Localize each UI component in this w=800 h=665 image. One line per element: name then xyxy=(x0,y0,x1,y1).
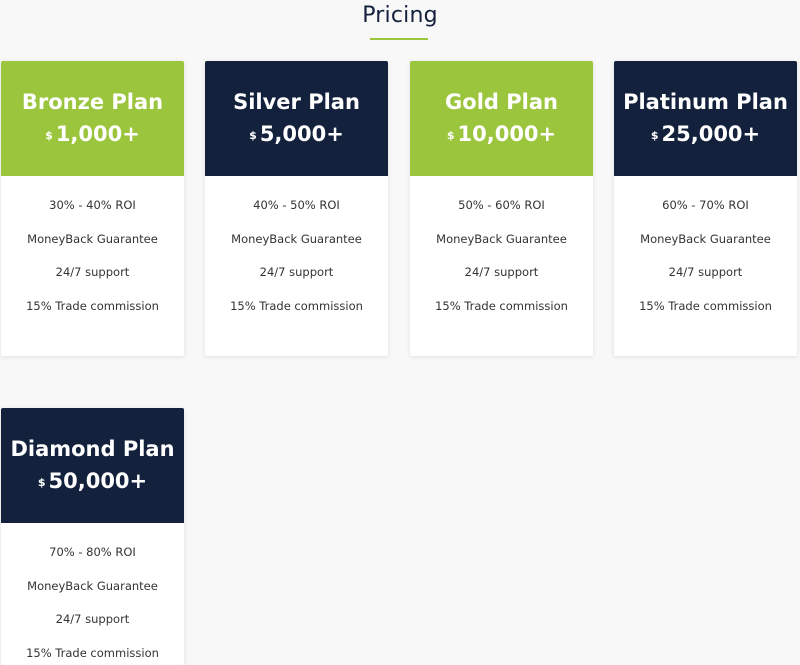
currency-symbol: $ xyxy=(446,129,455,142)
plan-name: Gold Plan xyxy=(445,90,558,114)
feature-support: 24/7 support xyxy=(464,265,539,279)
feature-guarantee: MoneyBack Guarantee xyxy=(27,231,158,246)
feature-support: 24/7 support xyxy=(55,265,130,279)
feature-roi: 30% - 40% ROI xyxy=(49,198,136,212)
feature-list: 30% - 40% ROI MoneyBack Guarantee 24/7 s… xyxy=(1,176,184,332)
feature-commission: 15% Trade commission xyxy=(230,298,363,313)
card-header: Gold Plan $10,000+ xyxy=(410,61,593,176)
currency-symbol: $ xyxy=(45,129,53,142)
plan-price: $50,000+ xyxy=(1,468,184,496)
feature-support: 24/7 support xyxy=(668,265,743,279)
plan-price: $25,000+ xyxy=(614,121,797,149)
feature-commission: 15% Trade commission xyxy=(26,298,159,313)
feature-support: 24/7 support xyxy=(55,612,130,626)
feature-list: 50% - 60% ROI MoneyBack Guarantee 24/7 s… xyxy=(410,176,593,332)
price-value: 50,000+ xyxy=(48,469,148,493)
card-header: Platinum Plan $25,000+ xyxy=(614,61,797,176)
pricing-card-silver: Silver Plan $5,000+ 40% - 50% ROI MoneyB… xyxy=(205,61,388,356)
plan-price: $1,000+ xyxy=(1,121,184,149)
title-underline xyxy=(370,38,428,40)
pricing-card-platinum: Platinum Plan $25,000+ 60% - 70% ROI Mon… xyxy=(614,61,797,356)
currency-symbol: $ xyxy=(37,476,46,489)
feature-roi: 50% - 60% ROI xyxy=(458,198,545,212)
plan-price: $10,000+ xyxy=(410,121,593,149)
feature-commission: 15% Trade commission xyxy=(639,298,772,313)
price-value: 1,000+ xyxy=(55,122,140,146)
plan-price: $5,000+ xyxy=(205,121,388,149)
price-value: 5,000+ xyxy=(259,122,344,146)
feature-guarantee: MoneyBack Guarantee xyxy=(27,578,158,593)
price-value: 10,000+ xyxy=(457,122,557,146)
feature-commission: 15% Trade commission xyxy=(26,645,159,660)
feature-guarantee: MoneyBack Guarantee xyxy=(231,231,362,246)
feature-commission: 15% Trade commission xyxy=(435,298,568,313)
pricing-card-gold: Gold Plan $10,000+ 50% - 60% ROI MoneyBa… xyxy=(410,61,593,356)
feature-list: 70% - 80% ROI MoneyBack Guarantee 24/7 s… xyxy=(1,523,184,665)
plan-name: Platinum Plan xyxy=(623,90,788,114)
feature-roi: 40% - 50% ROI xyxy=(253,198,340,212)
currency-symbol: $ xyxy=(650,129,659,142)
feature-list: 40% - 50% ROI MoneyBack Guarantee 24/7 s… xyxy=(205,176,388,332)
feature-guarantee: MoneyBack Guarantee xyxy=(436,231,567,246)
price-value: 25,000+ xyxy=(661,122,761,146)
pricing-card-diamond: Diamond Plan $50,000+ 70% - 80% ROI Mone… xyxy=(1,408,184,665)
plan-name: Bronze Plan xyxy=(21,90,164,114)
pricing-section-title: Pricing xyxy=(362,3,438,28)
pricing-card-bronze: Bronze Plan $1,000+ 30% - 40% ROI MoneyB… xyxy=(1,61,184,356)
feature-support: 24/7 support xyxy=(259,265,334,279)
card-header: Diamond Plan $50,000+ xyxy=(1,408,184,523)
feature-list: 60% - 70% ROI MoneyBack Guarantee 24/7 s… xyxy=(614,176,797,332)
plan-name: Diamond Plan xyxy=(10,437,175,461)
plan-name: Silver Plan xyxy=(233,90,360,114)
feature-roi: 70% - 80% ROI xyxy=(49,545,136,559)
currency-symbol: $ xyxy=(249,129,257,142)
card-header: Silver Plan $5,000+ xyxy=(205,61,388,176)
feature-roi: 60% - 70% ROI xyxy=(662,198,749,212)
card-header: Bronze Plan $1,000+ xyxy=(1,61,184,176)
feature-guarantee: MoneyBack Guarantee xyxy=(640,231,771,246)
